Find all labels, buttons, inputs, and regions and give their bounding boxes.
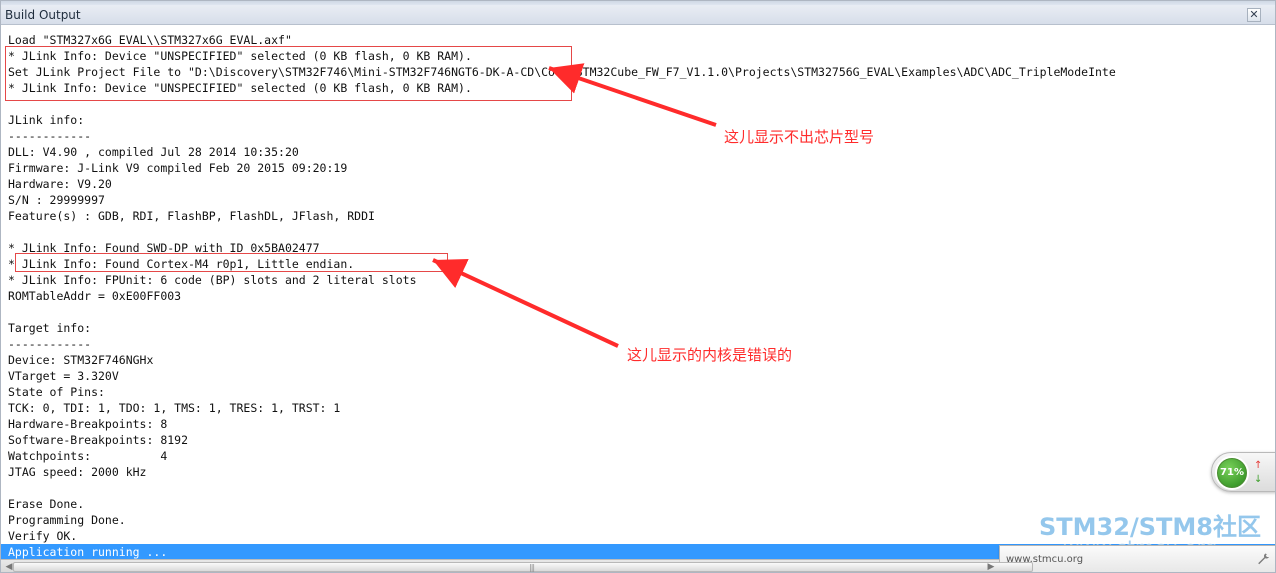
- wrench-icon: [1258, 553, 1269, 565]
- panel-titlebar: Build Output ✕: [1, 5, 1275, 25]
- annotation-note-core: 这儿显示的内核是错误的: [627, 346, 793, 364]
- output-line: ROMTableAddr = 0xE00FF003: [8, 289, 182, 303]
- scroll-right-icon[interactable]: ▶: [985, 562, 997, 572]
- horizontal-scrollbar[interactable]: ◀ ||| ▶: [1, 559, 1033, 572]
- output-line: * JLink Info: FPUnit: 6 code (BP) slots …: [8, 273, 417, 287]
- close-icon: ✕: [1249, 9, 1259, 21]
- output-line: DLL: V4.90 , compiled Jul 28 2014 10:35:…: [8, 145, 299, 159]
- output-line: JTAG speed: 2000 kHz: [8, 465, 147, 479]
- output-line: ------------: [8, 129, 92, 143]
- progress-indicator: 71%: [1215, 456, 1249, 490]
- output-line: State of Pins:: [8, 385, 105, 399]
- output-line: Watchpoints: 4: [8, 449, 168, 463]
- scroll-thumb[interactable]: |||: [13, 562, 1033, 572]
- panel-title: Build Output: [5, 8, 81, 22]
- core-info-highlight-box: [15, 253, 448, 272]
- floating-url-badge: www.stmcu.org: [999, 545, 1275, 572]
- output-line: Target info:: [8, 321, 92, 335]
- down-arrow-icon: ↓: [1254, 474, 1263, 485]
- output-line: Software-Breakpoints: 8192: [8, 433, 189, 447]
- up-arrow-icon: ↑: [1254, 460, 1263, 471]
- output-line: S/N : 29999997: [8, 193, 105, 207]
- output-line: Hardware-Breakpoints: 8: [8, 417, 168, 431]
- output-line: TCK: 0, TDI: 1, TDO: 1, TMS: 1, TRES: 1,…: [8, 401, 341, 415]
- scroll-grip-icon: |||: [529, 563, 535, 572]
- output-line: Feature(s) : GDB, RDI, FlashBP, FlashDL,…: [8, 209, 375, 223]
- annotation-note-device: 这儿显示不出芯片型号: [724, 128, 875, 146]
- output-pane[interactable]: Load "STM327x6G_EVAL\\STM327x6G_EVAL.axf…: [1, 26, 1275, 559]
- progress-text: 71%: [1220, 467, 1244, 478]
- performance-widget[interactable]: 71% ↑ ↓: [1211, 452, 1275, 492]
- build-output-window: Build Output ✕ Load "STM327x6G_EVAL\\STM…: [0, 0, 1276, 573]
- output-line: Erase Done.: [8, 497, 85, 511]
- output-line: Hardware: V9.20: [8, 177, 112, 191]
- output-line: VTarget = 3.320V: [8, 369, 119, 383]
- output-line: JLink info:: [8, 113, 85, 127]
- close-button[interactable]: ✕: [1247, 8, 1261, 22]
- output-lines: Load "STM327x6G_EVAL\\STM327x6G_EVAL.axf…: [1, 32, 1275, 559]
- output-line: Firmware: J-Link V9 compiled Feb 20 2015…: [8, 161, 348, 175]
- device-info-highlight-box: [5, 46, 572, 101]
